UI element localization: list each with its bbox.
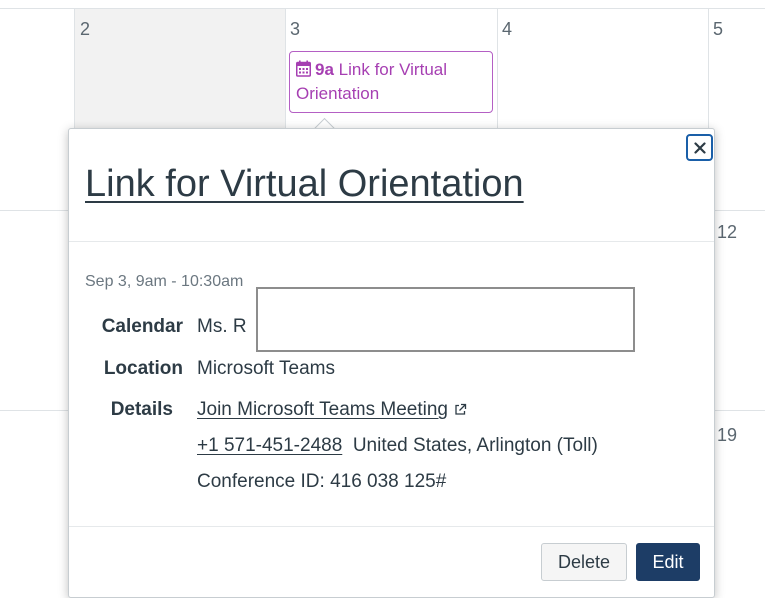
divider — [69, 241, 714, 242]
calendar-value: Ms. R — [197, 316, 247, 337]
event-datetime: Sep 3, 9am - 10:30am — [85, 273, 244, 290]
event-time: 9a — [315, 60, 334, 79]
phone-link[interactable]: +1 571-451-2488 — [197, 435, 342, 456]
grid-line — [0, 8, 765, 9]
location-value: Microsoft Teams — [197, 358, 335, 379]
location-label: Location — [103, 358, 183, 379]
edit-button[interactable]: Edit — [636, 543, 700, 581]
event-title-link[interactable]: Link for Virtual Orientation — [85, 163, 524, 206]
close-icon — [693, 141, 706, 154]
event-details-popover: Link for Virtual Orientation Sep 3, 9am … — [68, 128, 715, 598]
day-number[interactable]: 19 — [717, 425, 737, 446]
details-row: Details Join Microsoft Teams Meeting +1 … — [69, 399, 709, 509]
conference-id: Conference ID: 416 038 125# — [197, 471, 447, 492]
delete-button[interactable]: Delete — [541, 543, 627, 581]
close-button[interactable] — [686, 134, 713, 161]
phone-region: United States, Arlington (Toll) — [352, 435, 598, 456]
phone-line: +1 571-451-2488 United States, Arlington… — [197, 435, 598, 457]
details-link-line: Join Microsoft Teams Meeting — [197, 399, 467, 421]
calendar-icon — [296, 60, 311, 77]
location-row: Location Microsoft Teams — [69, 358, 709, 386]
day-number[interactable]: 2 — [80, 19, 90, 40]
day-number[interactable]: 12 — [717, 222, 737, 243]
day-number[interactable]: 5 — [713, 19, 723, 40]
external-link-icon — [455, 403, 467, 415]
day-number[interactable]: 4 — [502, 19, 512, 40]
calendar-event-chip[interactable]: 9a Link for Virtual Orientation — [289, 51, 493, 113]
teams-meeting-link[interactable]: Join Microsoft Teams Meeting — [197, 399, 448, 420]
divider — [69, 526, 714, 527]
details-label: Details — [110, 399, 173, 420]
day-cell-2[interactable] — [75, 8, 285, 138]
day-number[interactable]: 3 — [290, 19, 300, 40]
redaction-box — [256, 287, 635, 352]
calendar-label: Calendar — [101, 316, 183, 337]
